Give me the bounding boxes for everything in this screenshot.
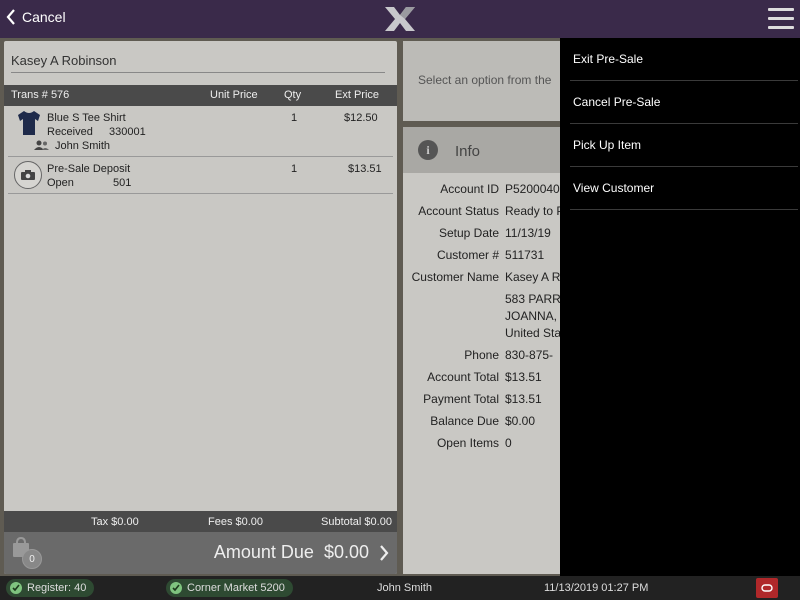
info-label: Payment Total <box>423 392 499 406</box>
info-value: JOANNA, <box>505 309 558 323</box>
top-bar: Cancel <box>0 0 800 38</box>
info-label: Setup Date <box>438 226 499 240</box>
info-value: $0.00 <box>505 414 536 428</box>
col-qty: Qty <box>284 89 302 101</box>
amount-due-value: $0.00 <box>323 542 369 562</box>
item-qty: 1 <box>291 112 298 124</box>
chevron-right-icon[interactable] <box>379 544 389 562</box>
register-label: Register: 40 <box>27 582 87 594</box>
prompt-panel: Select an option from the <box>403 41 563 121</box>
info-value: 11/13/19 <box>505 226 551 240</box>
action-menu: Exit Pre-Sale Cancel Pre-Sale Pick Up It… <box>560 38 800 576</box>
col-ext-price: Ext Price <box>335 89 380 101</box>
item-status: Received <box>47 126 93 138</box>
info-label: Phone <box>464 348 499 362</box>
fees-total: Fees $0.00 <box>208 516 264 528</box>
cancel-label: Cancel <box>22 9 66 25</box>
item-ext-price: $12.50 <box>344 112 378 124</box>
status-datetime: 11/13/2019 01:27 PM <box>544 582 649 594</box>
info-header: i Info <box>403 127 563 173</box>
check-icon <box>170 582 182 594</box>
info-value: Kasey A R <box>505 270 561 284</box>
info-label: Customer Name <box>411 270 499 284</box>
info-label: Balance Due <box>430 414 499 428</box>
transaction-panel: Kasey A Robinson Trans # 576 Unit Price … <box>4 41 397 574</box>
info-value: $13.51 <box>505 370 542 384</box>
trans-number: Trans # 576 <box>11 89 70 101</box>
check-icon <box>10 582 22 594</box>
info-value: $13.51 <box>505 392 542 406</box>
alert-icon[interactable] <box>756 578 778 598</box>
info-value: United Sta <box>505 326 562 340</box>
menu-item-exit-pre-sale[interactable]: Exit Pre-Sale <box>570 38 798 81</box>
info-value: 830-875- <box>505 348 554 362</box>
cancel-button[interactable]: Cancel <box>6 9 66 25</box>
app-logo-icon <box>385 7 415 31</box>
menu-item-cancel-pre-sale[interactable]: Cancel Pre-Sale <box>570 81 798 124</box>
menu-item-pick-up-item[interactable]: Pick Up Item <box>570 124 798 167</box>
info-value: P5200040 <box>505 182 560 196</box>
prompt-text: Select an option from the <box>418 73 552 87</box>
amount-due: Amount Due $0.00 <box>214 542 369 563</box>
info-label: Account Status <box>418 204 499 218</box>
amount-due-bar[interactable]: 0 Amount Due $0.00 <box>4 532 397 574</box>
info-label: Account ID <box>440 182 499 196</box>
menu-icon[interactable] <box>768 8 794 30</box>
info-value: Ready to P <box>505 204 563 218</box>
totals-bar: Tax $0.00 Fees $0.00 Subtotal $0.00 <box>4 511 397 532</box>
info-label: Open Items <box>436 436 499 450</box>
item-code: 330001 <box>109 126 146 138</box>
chevron-left-icon <box>6 9 15 25</box>
camera-icon <box>14 161 42 189</box>
item-ext-price: $13.51 <box>348 163 382 175</box>
subtotal: Subtotal $0.00 <box>321 516 392 528</box>
info-panel: i Info Account ID P5200040 Account Status… <box>403 127 563 574</box>
item-name: Blue S Tee Shirt <box>47 112 126 124</box>
status-user: John Smith <box>377 582 433 594</box>
store-label: Corner Market 5200 <box>187 582 285 594</box>
info-value: 583 PARR <box>505 292 561 306</box>
customer-name[interactable]: Kasey A Robinson <box>11 53 385 73</box>
line-item[interactable]: Blue S Tee Shirt Received 330001 John Sm… <box>8 106 393 157</box>
register-status[interactable]: Register: 40 <box>6 579 95 597</box>
info-title: Info <box>455 143 481 160</box>
info-label: Account Total <box>427 370 499 384</box>
info-icon: i <box>418 140 438 160</box>
item-qty: 1 <box>291 163 298 175</box>
transaction-columns-header: Trans # 576 Unit Price Qty Ext Price <box>4 85 397 106</box>
info-value: 511731 <box>505 248 545 262</box>
tax-total: Tax $0.00 <box>91 516 139 528</box>
col-unit-price: Unit Price <box>210 89 258 101</box>
info-label: Customer # <box>436 248 499 262</box>
line-item[interactable]: Pre-Sale Deposit Open 501 1 $13.51 <box>8 157 393 194</box>
amount-due-label: Amount Due <box>213 542 314 562</box>
status-bar: Register: 40 Corner Market 5200 John Smi… <box>0 576 800 600</box>
item-name: Pre-Sale Deposit <box>47 163 131 175</box>
info-value: 0 <box>505 436 512 450</box>
item-code: 501 <box>113 177 132 189</box>
tshirt-icon <box>18 111 40 135</box>
menu-item-view-customer[interactable]: View Customer <box>570 167 798 210</box>
item-assignee: John Smith <box>55 140 111 152</box>
people-icon <box>34 140 49 150</box>
store-status[interactable]: Corner Market 5200 <box>166 579 293 597</box>
item-status: Open <box>47 177 74 189</box>
bag-count-badge: 0 <box>22 549 42 569</box>
